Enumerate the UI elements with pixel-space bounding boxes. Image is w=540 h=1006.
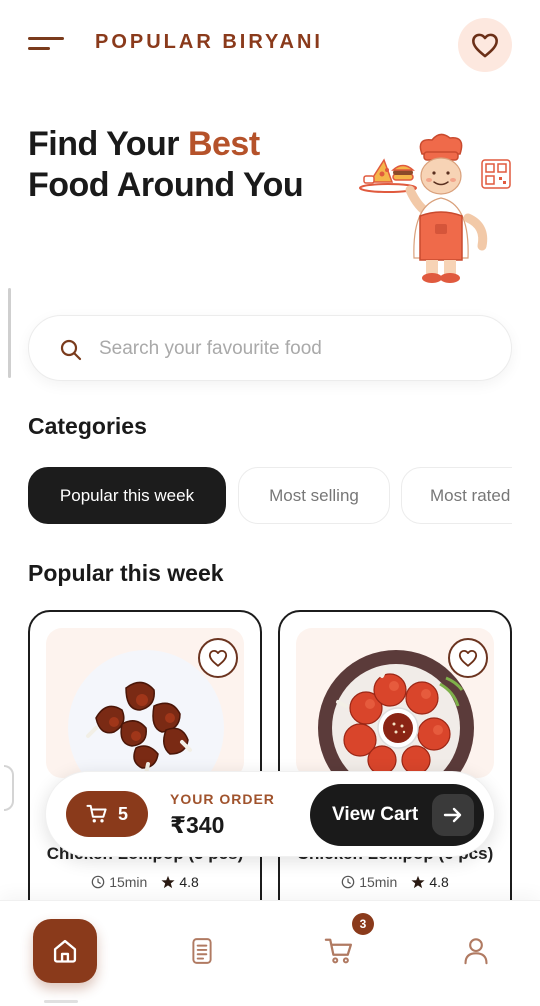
- cart-count: 5: [117, 803, 128, 824]
- brand-title: POPULAR BIRYANI: [95, 31, 323, 53]
- order-total: ₹340: [170, 812, 225, 838]
- heart-icon: [208, 649, 228, 667]
- nav-home[interactable]: [33, 919, 97, 983]
- order-summary-bar: 5 YOUR ORDER ₹340 View Cart: [45, 771, 495, 857]
- home-indicator: [44, 1000, 78, 1003]
- hero-title-accent: Best: [187, 125, 260, 163]
- star-icon: [411, 875, 425, 889]
- app-header: POPULAR BIRYANI: [0, 0, 540, 90]
- view-cart-label: View Cart: [332, 804, 419, 825]
- nav-profile[interactable]: [444, 919, 508, 983]
- rating-value: 4.8: [179, 874, 199, 890]
- hero-title: Find Your Best Food Around You: [28, 124, 348, 206]
- prep-time-value: 15min: [109, 874, 148, 890]
- search-bar[interactable]: [28, 315, 512, 381]
- side-handle: [4, 765, 14, 811]
- rating-value: 4.8: [429, 874, 449, 890]
- prep-time: 15min: [91, 874, 147, 890]
- chip-most-rated[interactable]: Most rated: [401, 467, 512, 524]
- favorites-button[interactable]: [458, 18, 512, 72]
- cart-count-button[interactable]: 5: [66, 791, 148, 837]
- favorite-toggle[interactable]: [198, 638, 238, 678]
- star-icon: [161, 875, 175, 889]
- hero-title-start: Find Your: [28, 125, 188, 163]
- rating: 4.8: [411, 874, 449, 890]
- clock-icon: [91, 875, 105, 889]
- category-chips: Popular this week Most selling Most rate…: [28, 467, 512, 525]
- prep-time-value: 15min: [359, 874, 398, 890]
- orders-icon: [192, 938, 212, 964]
- cart-icon: [86, 804, 107, 823]
- heart-icon: [472, 33, 498, 58]
- view-cart-button[interactable]: View Cart: [310, 784, 484, 846]
- bottom-navigation: [0, 900, 540, 1006]
- chef-illustration: [359, 133, 511, 283]
- nav-orders[interactable]: [170, 919, 234, 983]
- home-icon: [53, 939, 77, 963]
- profile-icon: [464, 938, 488, 965]
- search-input[interactable]: [99, 332, 479, 366]
- prep-time: 15min: [341, 874, 397, 890]
- search-icon: [60, 339, 82, 361]
- cart-icon: [324, 938, 352, 964]
- your-order-label: YOUR ORDER: [170, 791, 275, 807]
- categories-title: Categories: [28, 413, 147, 439]
- arrow-right-icon: [432, 794, 474, 836]
- chip-popular-this-week[interactable]: Popular this week: [28, 467, 226, 524]
- heart-icon: [458, 649, 478, 667]
- cart-badge: 3: [352, 913, 374, 935]
- rating: 4.8: [161, 874, 199, 890]
- popular-title: Popular this week: [28, 560, 224, 586]
- food-meta: 15min 4.8: [280, 874, 510, 890]
- hamburger-menu-icon[interactable]: [28, 34, 66, 54]
- food-meta: 15min 4.8: [30, 874, 260, 890]
- clock-icon: [341, 875, 355, 889]
- hero-title-end: Food Around You: [28, 166, 304, 204]
- favorite-toggle[interactable]: [448, 638, 488, 678]
- scroll-indicator: [8, 288, 11, 378]
- chip-most-selling[interactable]: Most selling: [238, 467, 390, 524]
